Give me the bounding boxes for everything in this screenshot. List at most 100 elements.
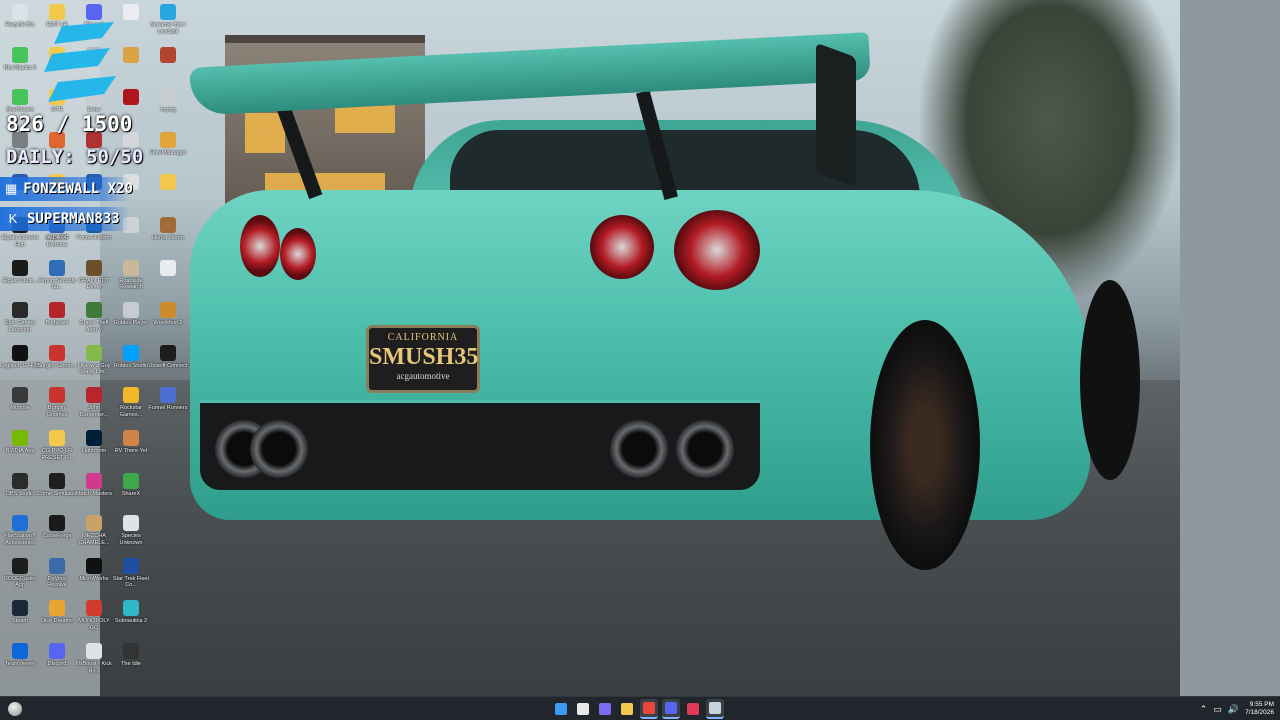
desktop-icon[interactable]: CG PRO LR PRESET P... bbox=[37, 430, 77, 461]
desktop-icon[interactable]: m.png bbox=[148, 89, 188, 114]
desktop-icon[interactable]: DaVinci Resolve bbox=[37, 557, 77, 589]
clock[interactable]: 9:55 PM 7/18/2026 bbox=[1245, 701, 1274, 717]
logitech-icon bbox=[12, 344, 28, 361]
desktop-icon-label: RODECaster App bbox=[3, 575, 37, 589]
clock-time: 9:55 PM bbox=[1249, 701, 1274, 708]
search-button[interactable] bbox=[574, 699, 592, 719]
chevron-up-icon[interactable]: ⌃ bbox=[1200, 704, 1208, 714]
desktop-icon[interactable]: Hotel Manager bbox=[148, 131, 188, 157]
app-icon bbox=[160, 302, 176, 319]
desktop-icon-label: PlayStation® Accessories bbox=[4, 533, 36, 546]
desktop-icon[interactable]: Ubisoft Connect bbox=[148, 344, 188, 370]
weather-widget-icon[interactable] bbox=[8, 702, 22, 716]
streamer-bot-icon bbox=[160, 4, 176, 20]
desktop-icon[interactable]: TeamViewer bbox=[0, 643, 40, 668]
steam-button[interactable] bbox=[706, 699, 724, 719]
desktop-icon[interactable]: Grand Theft Auto V bbox=[74, 302, 114, 333]
desktop-icon-label: I Know a Guy Shady Life... bbox=[77, 362, 111, 376]
speaker-icon[interactable]: 🔊 bbox=[1228, 704, 1239, 714]
desktop-icon[interactable]: OBS Studio bbox=[0, 472, 40, 498]
app-icon bbox=[86, 515, 102, 532]
desktop-icon[interactable]: Star Trek Fleet Co... bbox=[111, 557, 151, 589]
folder-icon bbox=[49, 430, 65, 446]
desktop-icon[interactable]: The Idle bbox=[111, 643, 151, 668]
car-wheel bbox=[870, 320, 980, 570]
desktop-icon-label: Lightroom bbox=[81, 448, 107, 454]
desktop-icon[interactable]: Match Masters bbox=[74, 472, 114, 498]
adobe-button[interactable] bbox=[684, 699, 702, 719]
desktop-icon[interactable] bbox=[148, 259, 188, 278]
desktop-icon[interactable]: MrBoost - Kick Hy... bbox=[74, 643, 114, 674]
desktop-icon[interactable]: Species Unknown bbox=[111, 515, 151, 546]
tail-light bbox=[674, 210, 760, 290]
desktop-icon[interactable]: Elgato Contr... bbox=[0, 259, 40, 285]
desktop-icon[interactable]: Logitech G HUB bbox=[0, 344, 40, 370]
discord-button[interactable] bbox=[662, 699, 680, 719]
desktop-icon[interactable]: Roblox Studio bbox=[111, 344, 151, 370]
desktop-icon[interactable]: Lightroom bbox=[74, 430, 114, 455]
desktop-icon[interactable]: John Carpenter... bbox=[74, 387, 114, 418]
desktop-icon-label: Discord bbox=[47, 661, 67, 667]
desktop-icon-label: MicroWorks bbox=[79, 575, 109, 582]
desktop-icon[interactable]: Horror Demo bbox=[148, 217, 188, 242]
desktop-icon[interactable]: Mumble bbox=[0, 387, 40, 412]
desktop-icon[interactable]: Crime Simulator bbox=[37, 472, 77, 498]
nvidia-icon bbox=[12, 430, 28, 446]
app-icon bbox=[123, 557, 139, 574]
desktop-icon-label: NVIDIA App bbox=[5, 448, 35, 454]
desktop-icon[interactable]: ShareX bbox=[111, 472, 151, 498]
desktop-icon[interactable]: Streamer Bot / LiveSplit bbox=[148, 4, 188, 35]
file-explorer-button[interactable] bbox=[618, 699, 636, 719]
elgato-icon bbox=[12, 259, 28, 276]
desktop-icon[interactable]: Discord bbox=[37, 643, 77, 668]
desktop-wallpaper: CALIFORNIA SMUSH35 acgautomotive bbox=[0, 0, 1280, 696]
app-icon bbox=[160, 259, 176, 276]
desktop-icon[interactable]: Roblox Player bbox=[111, 302, 151, 327]
desktop-icon[interactable]: Wreckfest 2 bbox=[148, 302, 188, 327]
desktop-icon-label: Ubisoft Connect bbox=[148, 362, 188, 369]
app-icon bbox=[49, 259, 65, 276]
desktop-icon[interactable]: MECCHA CHAMELE... bbox=[74, 515, 114, 546]
desktop-icon-label: CurseForge bbox=[42, 533, 72, 540]
desktop-icon-label: MONOPOLY GO bbox=[78, 618, 110, 631]
desktop-icon[interactable]: GRAIN ROT Demo bbox=[74, 259, 114, 291]
desktop-icon[interactable]: Dice Dreams bbox=[37, 600, 77, 625]
desktop-icon[interactable]: I Know a Guy Shady Life... bbox=[74, 344, 114, 376]
app-icon bbox=[49, 472, 65, 489]
desktop-icon[interactable]: NVIDIA App bbox=[0, 430, 40, 455]
desktop-icon[interactable]: Burglin' Gnomes bbox=[37, 387, 77, 418]
desktop-icon[interactable] bbox=[111, 4, 151, 22]
desktop-icon[interactable]: Bodycam bbox=[37, 302, 77, 327]
desktop-icon[interactable]: Subnautica 2 bbox=[111, 600, 151, 625]
desktop-icon[interactable]: MicroWorks bbox=[74, 557, 114, 583]
chrome-button[interactable] bbox=[640, 699, 658, 719]
rodecaster-icon bbox=[12, 557, 28, 574]
copilot-button[interactable] bbox=[596, 699, 614, 719]
desktop-icon[interactable] bbox=[148, 46, 188, 65]
app-icon bbox=[160, 387, 176, 404]
lightroom-icon bbox=[86, 430, 102, 446]
desktop-icon[interactable]: CurseForge bbox=[37, 515, 77, 540]
desktop-icon[interactable]: Roadside Research bbox=[111, 259, 151, 291]
desktop-icon[interactable]: MONOPOLY GO bbox=[74, 600, 114, 631]
start-button[interactable] bbox=[552, 699, 570, 719]
desktop-icon[interactable]: Airport Security Su... bbox=[37, 259, 77, 291]
desktop-icon[interactable]: Burglin' Gnom... bbox=[37, 344, 77, 370]
desktop-icon[interactable]: Epic Games Launcher bbox=[0, 302, 40, 333]
desktop-icon[interactable]: RV There Yet bbox=[111, 430, 151, 455]
desktop-icon[interactable]: Steam bbox=[0, 600, 40, 625]
desktop-icon-label: Funnel Runners bbox=[148, 405, 188, 412]
desktop-icon[interactable]: Funnel Runners bbox=[148, 387, 188, 412]
desktop-icon[interactable]: BlueStacks bbox=[0, 89, 40, 114]
playstation-icon bbox=[12, 515, 28, 532]
network-icon[interactable]: ▭ bbox=[1213, 704, 1222, 714]
desktop-icon[interactable]: RODECaster App bbox=[0, 557, 40, 589]
desktop-icon-label: Recycle Bin bbox=[5, 22, 35, 28]
obs-icon bbox=[12, 472, 28, 489]
desktop-icon[interactable]: Recycle Bin bbox=[0, 4, 40, 29]
desktop-icon[interactable] bbox=[148, 174, 188, 192]
search-icon bbox=[577, 703, 589, 715]
desktop-icon[interactable]: Rockstar Games... bbox=[111, 387, 151, 418]
desktop-icon[interactable]: PlayStation® Accessories bbox=[0, 515, 40, 546]
desktop-icon[interactable]: BlueStacks 5 bbox=[0, 46, 40, 72]
